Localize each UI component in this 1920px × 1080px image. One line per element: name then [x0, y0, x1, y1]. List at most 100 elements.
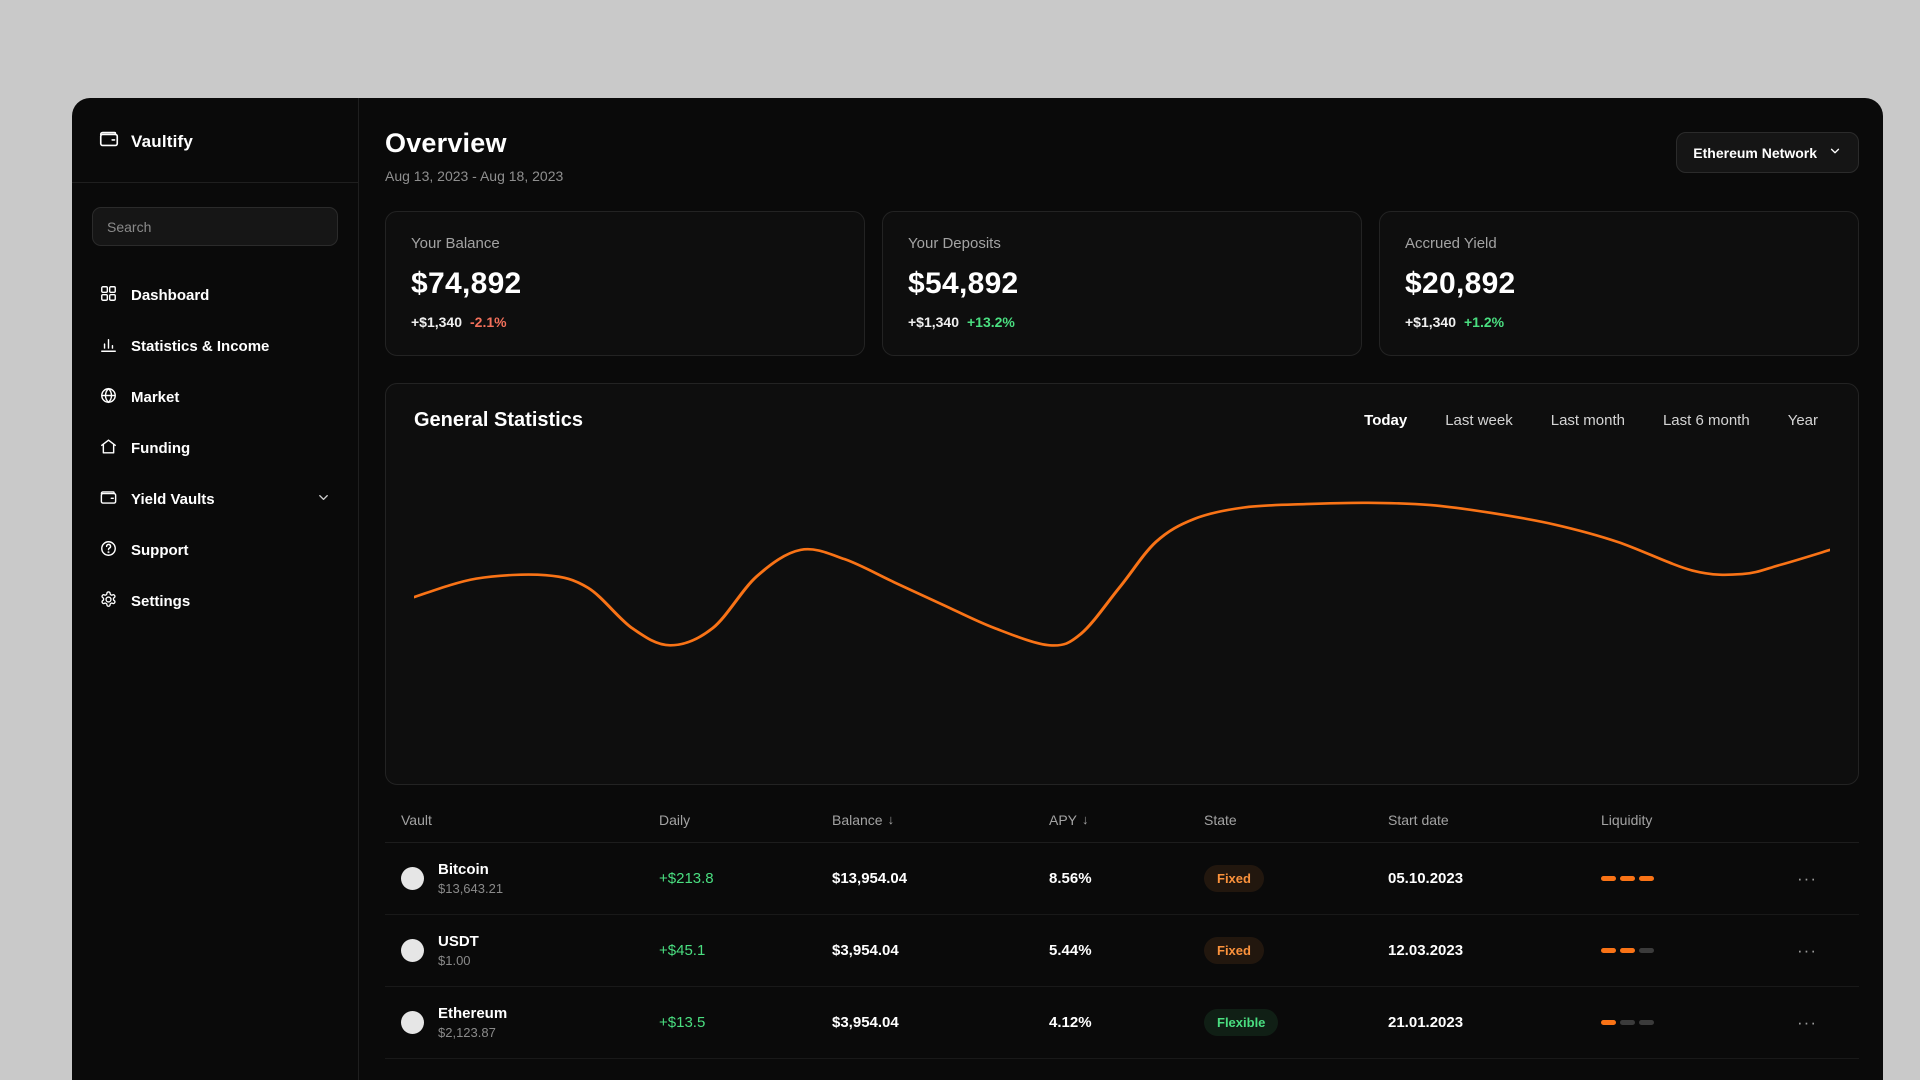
sidebar-item-support[interactable]: Support [92, 525, 338, 576]
row-menu-icon[interactable]: ··· [1797, 1014, 1859, 1031]
card-value: $54,892 [908, 267, 1019, 300]
accrued-yield-card: Accrued Yield $20,892 +$1,340 +1.2% [1379, 211, 1859, 356]
coin-price: $2,123.87 [438, 1025, 496, 1040]
table-row-usdt[interactable]: USDT $1.00 +$45.1 $3,954.04 5.44% Fixed … [385, 915, 1859, 987]
page-title: Overview [385, 128, 507, 158]
coin-name: Ethereum [438, 1005, 508, 1022]
sidebar-item-label: Dashboard [131, 287, 210, 304]
card-label: Accrued Yield [1405, 235, 1497, 252]
liquidity-dash-filled [1601, 948, 1616, 953]
network-selector-button[interactable]: Ethereum Network [1676, 132, 1859, 173]
sidebar-item-label: Funding [131, 440, 191, 457]
panel-title: General Statistics [414, 409, 583, 431]
delta-percent: +13.2% [967, 314, 1015, 330]
start-date: 05.10.2023 [1388, 870, 1464, 887]
sidebar-item-dashboard[interactable]: Dashboard [92, 270, 338, 321]
chevron-down-icon[interactable] [316, 490, 331, 509]
general-statistics-panel: General Statistics Today Last week Last … [385, 383, 1859, 785]
card-value: $74,892 [411, 267, 522, 300]
delta-percent: -2.1% [470, 314, 507, 330]
page-header: Overview Aug 13, 2023 - Aug 18, 2023 Eth… [385, 128, 1859, 184]
sidebar-item-settings[interactable]: Settings [92, 576, 338, 627]
sidebar-item-label: Settings [131, 593, 191, 610]
coin-avatar [401, 939, 424, 962]
table-header: Vault Daily Balance ↓ APY ↓ State Start … [385, 797, 1859, 843]
globe-icon [99, 386, 118, 409]
statistics-line-path [414, 501, 1830, 647]
apy-value: 8.56% [1049, 870, 1092, 887]
table-row-bitcoin[interactable]: Bitcoin $13,643.21 +$213.8 $13,954.04 8.… [385, 843, 1859, 915]
state-badge: Fixed [1204, 865, 1264, 892]
row-menu-icon[interactable]: ··· [1797, 942, 1859, 959]
sidebar-item-funding[interactable]: Funding [92, 423, 338, 474]
state-badge: Fixed [1204, 937, 1264, 964]
main-content: Overview Aug 13, 2023 - Aug 18, 2023 Eth… [359, 98, 1883, 1080]
liquidity-dash-filled [1601, 1020, 1616, 1025]
start-date: 12.03.2023 [1388, 942, 1464, 959]
column-liquidity: Liquidity [1601, 811, 1653, 828]
delta-percent: +1.2% [1464, 314, 1505, 330]
column-state: State [1204, 811, 1237, 828]
coin-avatar [401, 867, 424, 890]
coin-avatar [401, 1011, 424, 1034]
balance-value: $3,954.04 [832, 1014, 899, 1031]
apy-value: 5.44% [1049, 942, 1092, 959]
search-input[interactable] [92, 207, 338, 246]
app-window: Vaultify Dashboard [72, 98, 1883, 1080]
liquidity-dash-empty [1620, 1020, 1635, 1025]
delta-amount: +$1,340 [908, 314, 959, 330]
coin-price: $13,643.21 [438, 881, 504, 896]
liquidity-dash-filled [1620, 876, 1635, 881]
sidebar-item-label: Market [131, 389, 180, 406]
liquidity-indicator [1601, 876, 1773, 881]
sidebar-item-yield-vaults[interactable]: Yield Vaults [92, 474, 338, 525]
logo: Vaultify [72, 98, 358, 182]
column-apy[interactable]: APY ↓ [1049, 812, 1204, 828]
chevron-down-icon [1828, 144, 1842, 161]
deposits-card: Your Deposits $54,892 +$1,340 +13.2% [882, 211, 1362, 356]
sidebar: Vaultify Dashboard [72, 98, 359, 1080]
apy-value: 4.12% [1049, 1014, 1092, 1031]
coin-price: $1.00 [438, 953, 471, 968]
row-menu-icon[interactable]: ··· [1797, 870, 1859, 887]
tab-year[interactable]: Year [1788, 412, 1818, 429]
column-start-date: Start date [1388, 811, 1449, 828]
gear-icon [99, 590, 118, 613]
vaults-table: Vault Daily Balance ↓ APY ↓ State Start … [385, 797, 1859, 1059]
liquidity-dash-filled [1601, 876, 1616, 881]
wallet-logo-icon [98, 128, 120, 155]
sidebar-item-market[interactable]: Market [92, 372, 338, 423]
stat-cards: Your Balance $74,892 +$1,340 -2.1% Your … [385, 211, 1859, 356]
column-daily: Daily [659, 811, 691, 828]
daily-change: +$45.1 [659, 942, 706, 959]
sidebar-item-label: Statistics & Income [131, 338, 270, 355]
liquidity-dash-filled [1639, 876, 1654, 881]
column-vault: Vault [401, 811, 432, 828]
tab-last-month[interactable]: Last month [1551, 412, 1625, 429]
liquidity-dash-empty [1639, 1020, 1654, 1025]
tab-last-6-month[interactable]: Last 6 month [1663, 412, 1750, 429]
balance-value: $13,954.04 [832, 870, 908, 887]
network-selector-label: Ethereum Network [1693, 144, 1817, 161]
state-badge: Flexible [1204, 1009, 1279, 1036]
sidebar-item-statistics-income[interactable]: Statistics & Income [92, 321, 338, 372]
dashboard-icon [99, 284, 118, 307]
tab-last-week[interactable]: Last week [1445, 412, 1513, 429]
table-row-ethereum[interactable]: Ethereum $2,123.87 +$13.5 $3,954.04 4.12… [385, 987, 1859, 1059]
balance-value: $3,954.04 [832, 942, 899, 959]
app-title: Vaultify [131, 131, 194, 151]
statistics-line-chart [414, 440, 1830, 776]
tab-today[interactable]: Today [1364, 412, 1407, 429]
vault-wallet-icon [99, 488, 118, 511]
range-tabs: Today Last week Last month Last 6 month … [1364, 412, 1830, 429]
column-balance[interactable]: Balance ↓ [832, 812, 1049, 828]
daily-change: +$13.5 [659, 1014, 706, 1031]
card-label: Your Balance [411, 235, 500, 252]
bar-chart-icon [99, 335, 118, 358]
balance-card: Your Balance $74,892 +$1,340 -2.1% [385, 211, 865, 356]
liquidity-indicator [1601, 948, 1773, 953]
daily-change: +$213.8 [659, 870, 714, 887]
liquidity-dash-empty [1639, 948, 1654, 953]
liquidity-dash-filled [1620, 948, 1635, 953]
coin-name: Bitcoin [438, 861, 489, 878]
